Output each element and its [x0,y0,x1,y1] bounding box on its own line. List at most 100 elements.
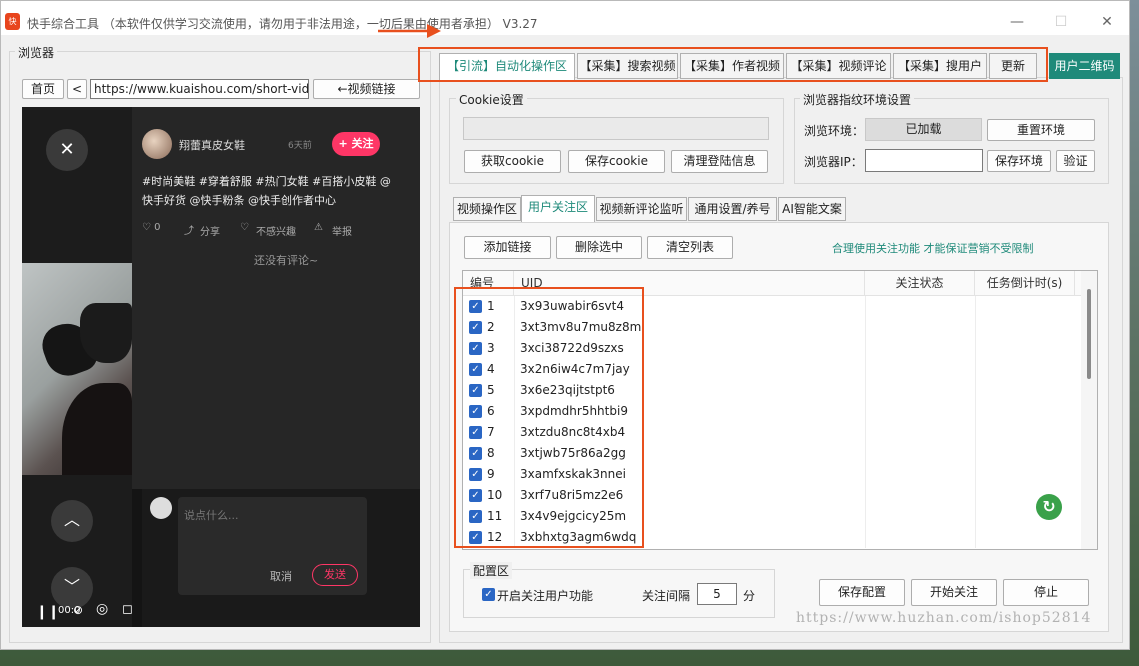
fullscreen-icon[interactable]: ◻ [122,602,133,617]
user-qrcode-button[interactable]: 用户二维码 [1049,53,1120,79]
cell-divider [975,506,976,527]
row-checkbox[interactable]: ✓ [469,531,482,544]
table-row[interactable]: ✓ 10 3xrf7u8ri5mz2e6 [463,485,1081,506]
save-cookie-button[interactable]: 保存cookie [568,150,665,173]
save-env-button[interactable]: 保存环境 [987,150,1051,172]
share-icon[interactable]: ⤴ [184,222,194,237]
add-link-button[interactable]: 添加链接 [464,236,551,259]
table-row[interactable]: ✓ 6 3xpdmdhr5hhtbi9 [463,401,1081,422]
subtab-comment-monitor[interactable]: 视频新评论监听 [596,197,687,221]
cancel-comment-button[interactable]: 取消 [270,568,292,584]
avatar[interactable] [142,129,172,159]
back-button[interactable]: < [67,79,87,99]
tab-search-video[interactable]: 【采集】搜索视频 [577,53,678,79]
user-avatar [150,497,172,519]
subtab-video-ops[interactable]: 视频操作区 [453,197,521,221]
author-name[interactable]: 翔蕾真皮女鞋 [179,137,245,153]
row-checkbox[interactable]: ✓ [469,384,482,397]
clear-login-button[interactable]: 清理登陆信息 [671,150,768,173]
subtab-general-settings[interactable]: 通用设置/养号 [688,197,777,221]
tab-search-user[interactable]: 【采集】搜用户 [893,53,987,79]
url-input[interactable]: https://www.kuaishou.com/short-video [90,79,309,99]
cell-divider [514,401,515,422]
row-checkbox[interactable]: ✓ [469,300,482,313]
cell-divider [865,317,866,338]
table-row[interactable]: ✓ 8 3xtjwb75r86a2gg [463,443,1081,464]
report-button[interactable]: 举报 [332,223,352,238]
cell-divider [514,485,515,506]
tab-update[interactable]: 更新 [989,53,1037,79]
delete-selected-button[interactable]: 删除选中 [556,236,642,259]
enable-follow-checkbox[interactable]: ✓ [482,588,495,601]
verify-button[interactable]: 验证 [1056,150,1095,172]
refresh-icon[interactable]: ↻ [1036,494,1062,520]
table-row[interactable]: ✓ 5 3x6e23qijtstpt6 [463,380,1081,401]
row-checkbox[interactable]: ✓ [469,342,482,355]
save-config-button[interactable]: 保存配置 [819,579,905,606]
table-row[interactable]: ✓ 1 3x93uwabir6svt4 [463,296,1081,317]
start-follow-button[interactable]: 开始关注 [911,579,997,606]
like-count[interactable]: ♡ 0 [142,222,161,233]
row-checkbox[interactable]: ✓ [469,321,482,334]
close-video-icon[interactable]: ✕ [46,129,88,171]
watermark: https://www.huzhan.com/ishop52814 [796,610,1092,626]
pause-icon[interactable]: ❙❙ [36,604,59,620]
video-link-button[interactable]: ←视频链接 [313,79,420,99]
column-id[interactable]: 编号 [463,271,514,296]
comment-input[interactable]: 说点什么... 取消 发送 [178,497,367,595]
report-icon[interactable]: ⚠ [314,222,323,233]
table-row[interactable]: ✓ 11 3x4v9ejgcicy25m [463,506,1081,527]
chevron-up-icon[interactable]: ︿ [51,500,93,542]
reset-env-button[interactable]: 重置环境 [987,119,1095,141]
video-frame [22,263,132,475]
row-checkbox[interactable]: ✓ [469,405,482,418]
row-checkbox[interactable]: ✓ [469,468,482,481]
row-checkbox[interactable]: ✓ [469,426,482,439]
table-row[interactable]: ✓ 3 3xci38722d9szxs [463,338,1081,359]
table-row[interactable]: ✓ 12 3xbhxtg3agm6wdq [463,527,1081,548]
subtab-ai-copy[interactable]: AI智能文案 [778,197,846,221]
chevron-down-icon[interactable]: ﹀ [51,567,93,609]
enable-follow-label[interactable]: 开启关注用户功能 [497,587,593,604]
column-uid[interactable]: UID [514,271,865,296]
table-row[interactable]: ✓ 4 3x2n6iw4c7m7jay [463,359,1081,380]
cell-divider [865,380,866,401]
share-button[interactable]: 分享 [200,223,220,238]
subtab-follow[interactable]: 用户关注区 [521,195,595,222]
table-row[interactable]: ✓ 2 3xt3mv8u7mu8z8m [463,317,1081,338]
home-button[interactable]: 首页 [22,79,64,99]
row-checkbox[interactable]: ✓ [469,489,482,502]
stop-button[interactable]: 停止 [1003,579,1089,606]
minimize-icon[interactable]: — [1006,11,1028,33]
clear-list-button[interactable]: 清空列表 [647,236,733,259]
browser-group-label: 浏览器 [15,44,58,61]
interval-input[interactable]: 5 [697,583,737,605]
dislike-icon[interactable]: ♡ [240,222,249,233]
cookie-field[interactable] [463,117,769,140]
maximize-icon[interactable]: ☐ [1050,11,1072,33]
row-checkbox[interactable]: ✓ [469,363,482,376]
table-scrollbar[interactable] [1081,271,1097,549]
settings-icon[interactable]: ◎ [96,601,108,617]
table-row[interactable]: ✓ 7 3xtzdu8nc8t4xb4 [463,422,1081,443]
mute-icon[interactable]: ⊘ [73,603,83,617]
follow-button[interactable]: + 关注 [332,132,380,156]
row-checkbox[interactable]: ✓ [469,510,482,523]
get-cookie-button[interactable]: 获取cookie [464,150,561,173]
close-icon[interactable]: ✕ [1096,11,1118,33]
row-number: 4 [487,362,495,376]
fingerprint-group-label: 浏览器指纹环境设置 [800,91,915,108]
video-caption: #时尚美鞋 #穿着舒服 #热门女鞋 #百搭小皮鞋 @快手好货 @快手粉条 @快手… [142,175,391,207]
tab-automation[interactable]: 【引流】自动化操作区 [439,53,575,80]
send-comment-button[interactable]: 发送 [312,564,358,586]
row-checkbox[interactable]: ✓ [469,447,482,460]
scrollbar-thumb[interactable] [1087,289,1091,379]
row-uid: 3xbhxtg3agm6wdq [520,530,637,544]
dislike-button[interactable]: 不感兴趣 [256,223,296,238]
tab-video-comments[interactable]: 【采集】视频评论 [786,53,891,79]
column-countdown[interactable]: 任务倒计时(s) [975,271,1075,296]
column-follow-status[interactable]: 关注状态 [865,271,975,296]
table-row[interactable]: ✓ 9 3xamfxskak3nnei [463,464,1081,485]
tab-author-video[interactable]: 【采集】作者视频 [680,53,784,79]
browser-ip-input[interactable] [865,149,983,172]
